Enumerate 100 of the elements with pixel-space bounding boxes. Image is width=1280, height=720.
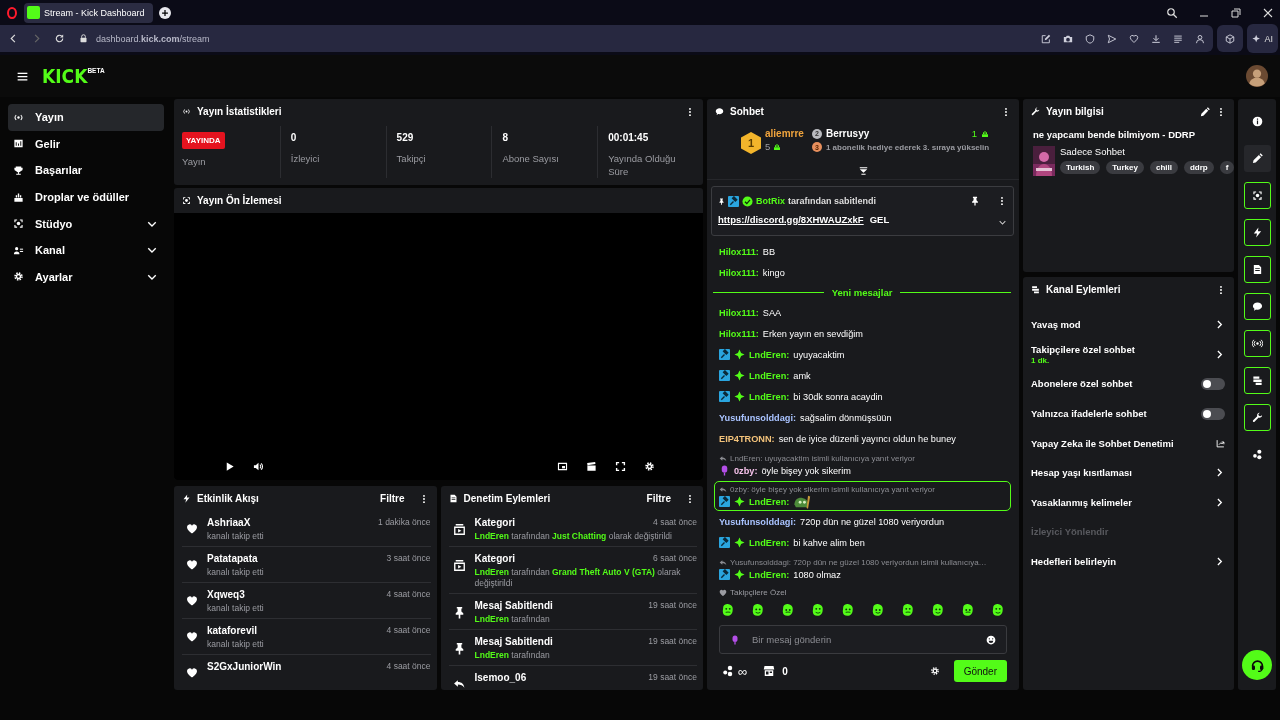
stat-label: Yayın <box>182 155 207 168</box>
panel-toggle-button[interactable] <box>1243 293 1271 320</box>
panel-toggle-button[interactable] <box>1243 330 1271 357</box>
emote-icon[interactable] <box>721 603 735 617</box>
heart-icon[interactable] <box>1129 33 1140 44</box>
volume-icon[interactable] <box>253 461 264 472</box>
sidebar-item[interactable]: Kanal <box>8 236 164 264</box>
chat-username[interactable]: LndEren: <box>749 391 790 402</box>
unpin-icon[interactable] <box>970 196 980 206</box>
user-icon[interactable] <box>1195 33 1206 44</box>
chat-username[interactable]: Yusufunsolddagi: <box>719 412 797 423</box>
message-box[interactable]: Bir mesaj gönderin <box>719 625 1007 654</box>
url-field[interactable]: dashboard.kick.com/stream <box>96 33 210 44</box>
support-button[interactable] <box>1242 650 1272 680</box>
collapse-icon[interactable] <box>857 166 869 176</box>
tag[interactable]: Turkish <box>1060 161 1101 174</box>
sidebar-item[interactable]: Yayın <box>8 104 164 131</box>
chat-username[interactable]: BotRix <box>756 196 785 206</box>
channel-action[interactable]: Yalnızca ifadelerle sohbet <box>1031 398 1225 429</box>
search-icon[interactable] <box>1166 6 1178 19</box>
chat-username[interactable]: LndEren: <box>749 569 790 580</box>
chat-username[interactable]: Hilox111: <box>719 328 759 339</box>
chat-username[interactable]: Hilox111: <box>719 267 759 278</box>
droplets-icon[interactable] <box>722 665 734 677</box>
toggle-switch[interactable] <box>1201 407 1225 420</box>
emoji-icon[interactable] <box>986 634 996 645</box>
channel-action[interactable]: Takipçilere özel sohbet 1 dk. <box>1031 339 1225 370</box>
emote-icon[interactable] <box>751 603 765 617</box>
emote-icon[interactable] <box>871 603 885 617</box>
panel-title: Yayın İstatistikleri <box>197 106 282 117</box>
tag[interactable]: Turkey <box>1106 161 1144 174</box>
sidebar-item[interactable]: Stüdyo <box>8 210 164 237</box>
panel-toggle-button[interactable] <box>1243 256 1271 283</box>
tag[interactable]: chill <box>1149 161 1178 174</box>
sidebar-item[interactable]: Ayarlar <box>8 263 164 291</box>
message-input[interactable]: Bir mesaj gönderin <box>750 633 976 646</box>
filter-button[interactable]: Filtre <box>638 493 679 504</box>
follower-name: Xqweq3 <box>207 589 245 600</box>
edit-icon[interactable] <box>1041 33 1052 44</box>
edit-icon[interactable] <box>1200 106 1210 117</box>
emote-icon[interactable] <box>931 603 945 617</box>
emote-icon[interactable] <box>961 603 975 617</box>
chat-username[interactable]: 0zby: <box>734 465 758 476</box>
channel-action[interactable]: Yapay Zeka ile Sohbet Denetimi <box>1031 428 1225 458</box>
chat-username[interactable]: EIP4TRONN: <box>719 433 775 444</box>
send-button[interactable]: Gönder <box>953 660 1007 682</box>
close-icon[interactable] <box>1262 6 1274 19</box>
tag[interactable]: ddrp <box>1183 161 1214 174</box>
clapper-icon[interactable] <box>586 461 597 472</box>
panel-toggle-button[interactable] <box>1243 404 1271 431</box>
sidebar-item[interactable]: Gelir <box>8 130 164 158</box>
store-icon[interactable] <box>763 665 776 677</box>
tag[interactable]: f <box>1219 161 1234 174</box>
panel-toggle-button[interactable] <box>1243 367 1271 394</box>
channel-action[interactable]: Hedefleri belirleyin <box>1031 546 1225 577</box>
channel-action[interactable]: Hesap yaşı kısıtlaması <box>1031 457 1225 488</box>
avatar[interactable] <box>1246 65 1268 87</box>
chat-username[interactable]: LndEren: <box>749 349 790 360</box>
link[interactable]: https://discord.gg/8XHWAUZxkF <box>718 213 864 225</box>
settings-icon[interactable] <box>929 666 940 676</box>
panel-toggle-button[interactable] <box>1243 219 1271 246</box>
channel-action[interactable]: Yavaş mod <box>1031 310 1225 340</box>
panel-toggle-button[interactable] <box>1243 145 1271 172</box>
browser-tab[interactable]: Stream - Kick Dashboard <box>24 2 153 23</box>
fullscreen-icon[interactable] <box>615 461 626 472</box>
channel-action[interactable]: Abonelere özel sohbet <box>1031 369 1225 399</box>
chat-username[interactable]: Hilox111: <box>719 246 759 257</box>
chat-username[interactable]: Yusufunsolddagi: <box>719 516 797 527</box>
picture-in-picture-icon[interactable] <box>557 461 568 472</box>
chat-username[interactable]: LndEren: <box>749 370 790 381</box>
ai-button[interactable]: AI <box>1247 23 1278 54</box>
send-icon[interactable] <box>1107 33 1118 44</box>
settings-icon[interactable] <box>644 461 655 472</box>
emote-icon[interactable] <box>991 603 1005 617</box>
list-icon[interactable] <box>1173 33 1184 44</box>
extension-button[interactable] <box>1217 25 1244 52</box>
logo[interactable]: KICK <box>42 65 88 87</box>
emote-icon[interactable] <box>901 603 915 617</box>
chevron-right-icon <box>1214 496 1225 508</box>
browser-logo-icon[interactable] <box>6 6 18 19</box>
reload-icon[interactable] <box>54 33 65 44</box>
toggle-switch[interactable] <box>1201 378 1225 390</box>
new-tab-icon[interactable] <box>158 6 171 19</box>
play-icon[interactable] <box>224 461 235 472</box>
chat-username[interactable]: LndEren: <box>749 496 790 507</box>
emote-icon[interactable] <box>841 603 855 617</box>
filter-button[interactable]: Filtre <box>372 493 413 504</box>
shield-icon[interactable] <box>1085 33 1096 44</box>
restore-icon[interactable] <box>1230 6 1242 19</box>
category-name[interactable]: Sadece Sohbet <box>1060 146 1234 157</box>
panel-toggle-button[interactable] <box>1243 182 1271 209</box>
sidebar-item[interactable]: Başarılar <box>8 157 164 184</box>
chat-username[interactable]: Hilox111: <box>719 307 759 318</box>
emote-icon[interactable] <box>811 603 825 617</box>
camera-icon[interactable] <box>1063 33 1074 44</box>
channel-action[interactable]: Yasaklanmış kelimeler <box>1031 487 1225 518</box>
download-icon[interactable] <box>1151 33 1162 44</box>
emote-icon[interactable] <box>781 603 795 617</box>
chat-username[interactable]: LndEren: <box>749 537 790 548</box>
sidebar-item[interactable]: Droplar ve ödüller <box>8 183 164 211</box>
